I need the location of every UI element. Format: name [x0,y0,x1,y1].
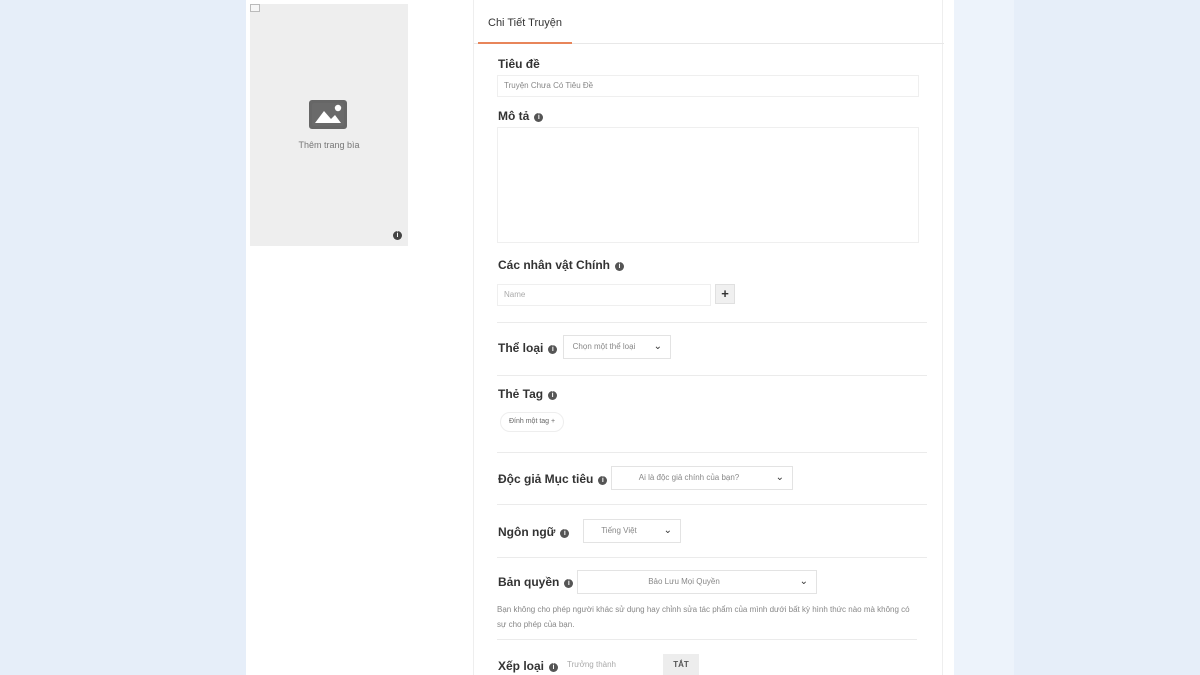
description-textarea[interactable] [497,127,919,243]
title-input[interactable]: Truyện Chưa Có Tiêu Đề [497,75,919,97]
image-icon [309,100,347,129]
info-icon[interactable]: i [393,231,402,240]
genre-label: Thể loại i [498,341,558,355]
add-character-button[interactable]: + [715,284,735,304]
info-icon[interactable]: i [549,663,559,672]
rating-toggle[interactable]: Trưởng thành TẮT [567,654,699,675]
copyright-label: Bản quyền i [498,575,574,589]
background-band [954,0,1014,675]
story-details-form: Chi Tiết Truyện Tiêu đề Truyện Chưa Có T… [473,0,944,675]
chevron-down-icon: ⌄ [775,472,784,483]
divider [497,639,917,640]
language-label: Ngôn ngữ i [498,525,570,539]
add-tag-button[interactable]: Đính một tag + [500,412,565,432]
copyright-help-text: Bạn không cho phép người khác sử dụng ha… [497,605,910,629]
divider [497,557,927,558]
audience-select[interactable]: Ai là độc giả chính của bạn? ⌄ [611,466,793,490]
copyright-select[interactable]: Bảo Lưu Mọi Quyền ⌄ [577,570,817,594]
info-icon[interactable]: i [534,113,544,122]
tags-label: Thẻ Tag i [498,387,558,401]
broken-image-icon [250,4,260,12]
divider [497,452,927,453]
description-label: Mô tả i [498,109,544,123]
chevron-down-icon: ⌄ [653,341,662,352]
chevron-down-icon: ⌄ [799,576,808,587]
cover-upload[interactable]: Thêm trang bìa i [250,4,408,246]
character-name-input[interactable]: Name [497,284,711,306]
audience-label: Độc giả Mục tiêu i [498,472,608,486]
divider [497,322,927,323]
cover-add-label: Thêm trang bìa [298,140,360,150]
info-icon[interactable]: i [548,345,558,354]
title-label: Tiêu đề [498,57,540,71]
tab-story-details[interactable]: Chi Tiết Truyện [478,4,572,44]
story-details-page: Thêm trang bìa i Chi Tiết Truyện Tiêu đề… [246,0,954,675]
divider [497,504,927,505]
info-icon[interactable]: i [548,391,558,400]
chevron-down-icon: ⌄ [663,525,672,536]
tab-bar: Chi Tiết Truyện [474,4,944,44]
info-icon[interactable]: i [615,262,625,271]
info-icon[interactable]: i [598,476,608,485]
divider [497,375,927,376]
toggle-off-label[interactable]: TẮT [663,654,699,675]
rating-label: Xếp loại i [498,659,559,673]
info-icon[interactable]: i [560,529,570,538]
characters-label: Các nhân vật Chính i [498,258,625,272]
info-icon[interactable]: i [564,579,574,588]
genre-select[interactable]: Chọn một thể loại ⌄ [563,335,671,359]
language-select[interactable]: Tiếng Việt ⌄ [583,519,681,543]
